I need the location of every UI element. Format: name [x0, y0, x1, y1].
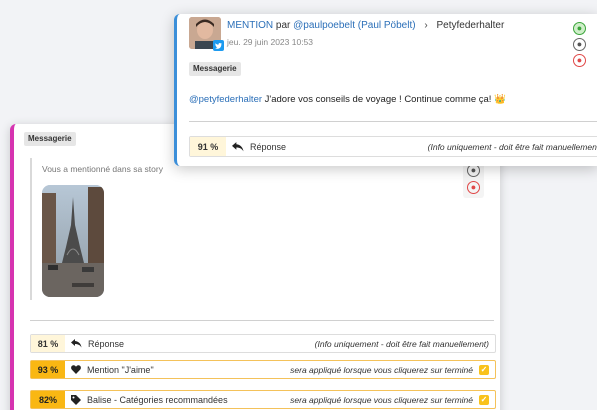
story-mention-card: Messagerie Vous a mentionné dans sa stor… [10, 124, 500, 410]
sad-face-icon[interactable]: ● [467, 181, 480, 194]
story-thumbnail[interactable] [42, 185, 104, 297]
like-mention-row[interactable]: 93 % Mention "J'aime" sera appliqué lors… [30, 360, 496, 379]
messagerie-tag: Messagerie [189, 62, 241, 76]
response-note: (Info uniquement - doit être fait manuel… [427, 141, 597, 152]
sad-face-icon[interactable]: ● [573, 54, 586, 67]
twitter-icon [213, 40, 224, 51]
category-tag-row[interactable]: 82% Balise - Catégories recommandées ser… [30, 390, 496, 409]
response-note: (Info uniquement - doit être fait manuel… [314, 338, 489, 349]
checkbox-icon[interactable]: ✓ [479, 394, 489, 405]
chevron-right-icon: › [424, 20, 428, 31]
message-body: J'adore vos conseils de voyage ! Continu… [262, 94, 492, 105]
tag-icon [71, 394, 81, 405]
divider [189, 121, 597, 122]
like-mention-label: Mention "J'aime" [87, 364, 154, 375]
crown-emoji-icon: 👑 [494, 94, 506, 105]
response-row[interactable]: 81 % Réponse (Info uniquement - doit êtr… [30, 334, 496, 353]
category-tag-note: sera appliqué lorsque vous cliquerez sur… [290, 394, 473, 405]
by-text: par [275, 20, 291, 31]
mention-card: MENTION par @paulpoebelt (Paul Pöbelt) ›… [174, 14, 597, 166]
divider [30, 320, 494, 321]
mention-type: MENTION [227, 20, 274, 31]
response-row[interactable]: 91 % Réponse (Info uniquement - doit êtr… [189, 136, 597, 157]
story-panel: Vous a mentionné dans sa story [30, 158, 480, 300]
message-text: @petyfederhalter J'adore vos conseils de… [189, 94, 506, 105]
like-mention-note: sera appliqué lorsque vous cliquerez sur… [290, 364, 473, 375]
confidence-percent: 93 % [31, 361, 65, 378]
response-label: Réponse [250, 141, 287, 152]
confidence-percent: 91 % [190, 137, 226, 156]
reply-icon [232, 141, 244, 151]
author-link[interactable]: @paulpoebelt (Paul Pöbelt) [293, 20, 415, 31]
story-caption: Vous a mentionné dans sa story [42, 164, 163, 174]
heart-icon [71, 365, 81, 374]
happy-face-icon[interactable]: ● [573, 22, 586, 35]
sentiment-selector: ● ● ● [573, 22, 586, 67]
category-tag-label: Balise - Catégories recommandées [87, 394, 228, 405]
reply-icon [71, 339, 82, 348]
messagerie-tag: Messagerie [24, 132, 76, 146]
confidence-percent: 82% [31, 391, 65, 408]
response-label: Réponse [88, 338, 125, 349]
recipient-name[interactable]: Petyfederhalter [436, 20, 504, 31]
neutral-face-icon[interactable]: ● [573, 38, 586, 51]
mention-header: MENTION par @paulpoebelt (Paul Pöbelt) ›… [227, 20, 504, 31]
confidence-percent: 81 % [31, 335, 65, 352]
timestamp: jeu. 29 juin 2023 10:53 [227, 37, 314, 47]
checkbox-icon[interactable]: ✓ [479, 364, 489, 375]
mention-link[interactable]: @petyfederhalter [189, 94, 262, 105]
